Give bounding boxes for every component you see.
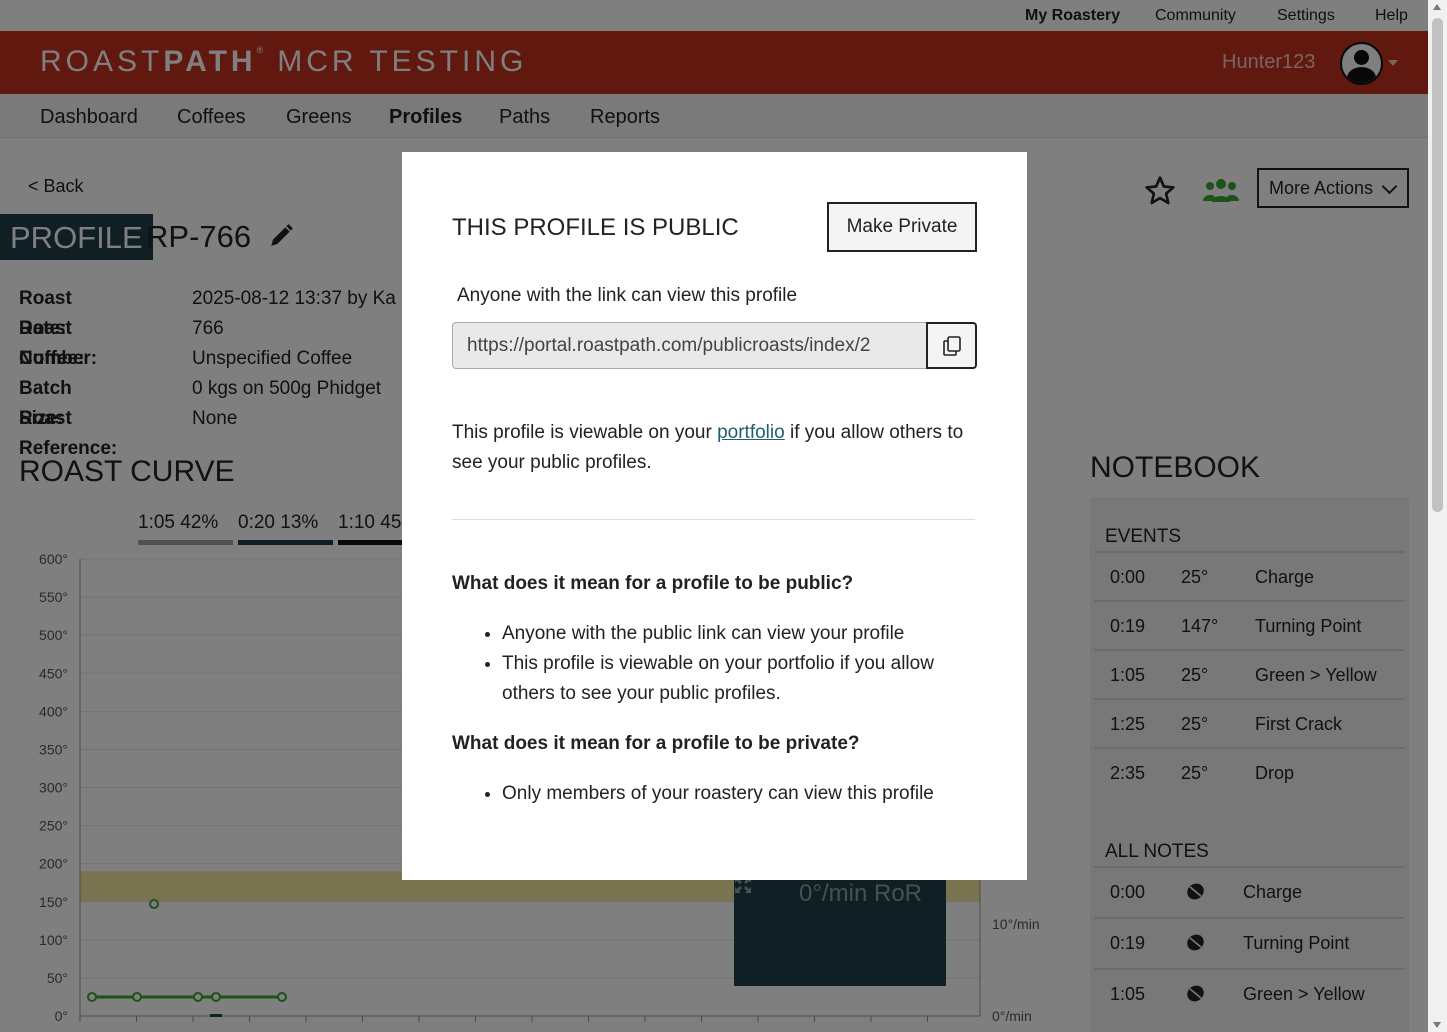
public-list-item: Anyone with the public link can view you… bbox=[502, 619, 982, 649]
copy-icon bbox=[943, 336, 961, 356]
portfolio-text-before: This profile is viewable on your bbox=[452, 422, 718, 443]
public-question: What does it mean for a profile to be pu… bbox=[452, 573, 854, 594]
make-private-button[interactable]: Make Private bbox=[827, 202, 977, 252]
modal-divider bbox=[452, 519, 975, 520]
private-list-item: Only members of your roastery can view t… bbox=[502, 779, 982, 809]
portfolio-link[interactable]: portfolio bbox=[717, 422, 785, 443]
scroll-down-arrow-icon[interactable] bbox=[1433, 1022, 1441, 1028]
link-label: Anyone with the link can view this profi… bbox=[457, 285, 798, 306]
scroll-thumb[interactable] bbox=[1432, 18, 1443, 512]
modal-title: THIS PROFILE IS PUBLIC bbox=[452, 214, 739, 241]
portfolio-text: This profile is viewable on your portfol… bbox=[452, 418, 982, 478]
share-profile-modal: THIS PROFILE IS PUBLIC Make Private Anyo… bbox=[402, 152, 1027, 880]
public-link-value: https://portal.roastpath.com/publicroast… bbox=[467, 335, 871, 356]
copy-link-button[interactable] bbox=[926, 322, 977, 369]
public-list: Anyone with the public link can view you… bbox=[502, 619, 982, 709]
private-question: What does it mean for a profile to be pr… bbox=[452, 733, 860, 754]
public-list-item: This profile is viewable on your portfol… bbox=[502, 649, 982, 709]
scrollbar[interactable] bbox=[1428, 0, 1447, 1032]
public-link-field[interactable]: https://portal.roastpath.com/publicroast… bbox=[452, 322, 927, 369]
private-list: Only members of your roastery can view t… bbox=[502, 779, 982, 809]
scroll-up-arrow-icon[interactable] bbox=[1433, 4, 1441, 10]
